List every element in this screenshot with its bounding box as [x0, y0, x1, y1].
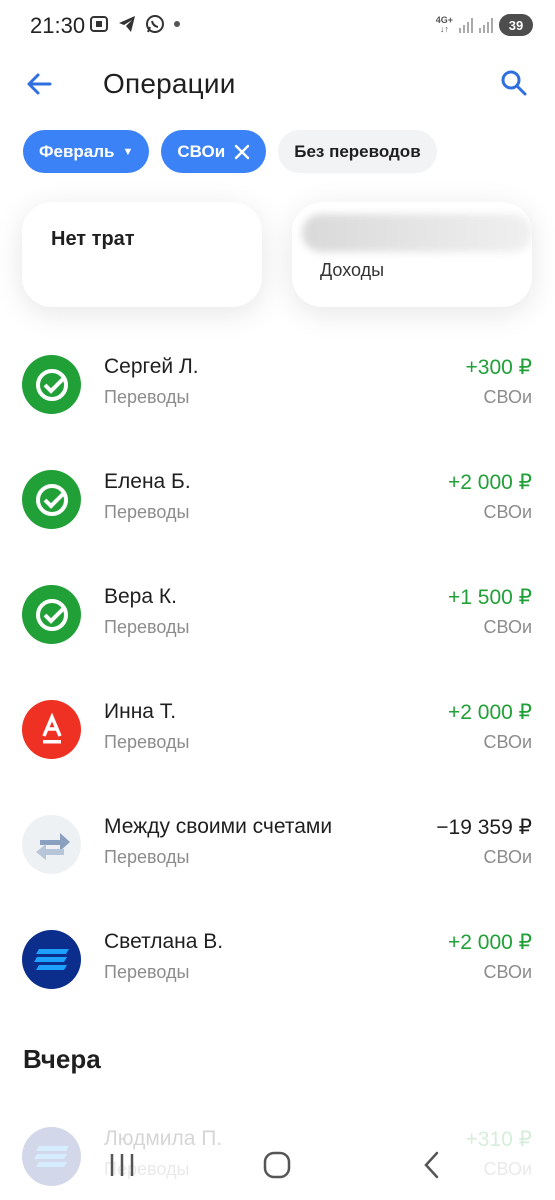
filter-month-chip[interactable]: Февраль ▼ [23, 130, 150, 173]
status-bar: 21:30 4G+ ↓↑ 39 [0, 0, 555, 52]
transaction-account: СВОи [483, 387, 532, 407]
income-amount-blurred [302, 214, 532, 252]
back-nav-icon[interactable] [412, 1148, 452, 1182]
system-indicators: 4G+ ↓↑ 39 [436, 14, 533, 36]
page-title: Операции [103, 68, 236, 99]
signal-icon [459, 17, 473, 33]
transaction-name: Инна Т. [104, 700, 177, 723]
screenshot-icon [90, 16, 108, 32]
expenses-card[interactable]: Нет трат [22, 202, 262, 307]
income-label: Доходы [320, 260, 385, 280]
transfer-arrows-icon [22, 815, 81, 874]
transaction-account: СВОи [483, 732, 532, 752]
battery-icon: 39 [499, 14, 533, 36]
sber-icon [22, 355, 81, 414]
transaction-row[interactable]: Инна Т. Переводы +2 000 ₽ СВОи [0, 688, 555, 768]
transaction-name: Сергей Л. [104, 355, 199, 378]
sber-icon [22, 585, 81, 644]
transaction-row[interactable]: Елена Б. Переводы +2 000 ₽ СВОи [0, 458, 555, 538]
transaction-amount: +2 000 ₽ [447, 701, 532, 724]
income-card[interactable]: Доходы [292, 202, 532, 307]
transaction-name: Светлана В. [104, 930, 224, 953]
transaction-amount: +300 ₽ [465, 356, 533, 379]
dot-icon [174, 21, 180, 27]
transaction-account: СВОи [483, 502, 532, 522]
home-icon[interactable] [257, 1148, 297, 1182]
transaction-row[interactable]: Вера К. Переводы +1 500 ₽ СВОи [0, 573, 555, 653]
telegram-icon [119, 16, 135, 32]
transaction-category: Переводы [104, 962, 190, 982]
transaction-row[interactable]: Сергей Л. Переводы +300 ₽ СВОи [0, 343, 555, 423]
alfa-icon [22, 700, 81, 759]
transaction-amount: −19 359 ₽ [436, 816, 532, 839]
whatsapp-icon [146, 15, 164, 33]
transaction-category: Переводы [104, 617, 190, 637]
system-nav-bar [0, 1130, 555, 1200]
network-type: 4G+ ↓↑ [435, 15, 453, 34]
filter-account-label: СВОи [177, 141, 226, 161]
back-arrow-icon[interactable] [24, 68, 56, 100]
recent-apps-icon[interactable] [102, 1148, 142, 1182]
transaction-name: Елена Б. [104, 470, 191, 493]
filter-chips: Февраль ▼ СВОи Без переводов [23, 130, 437, 173]
transaction-category: Переводы [104, 502, 190, 522]
transaction-account: СВОи [483, 962, 532, 982]
transaction-category: Переводы [104, 847, 190, 867]
expenses-label: Нет трат [51, 228, 135, 250]
filter-no-transfers-label: Без переводов [294, 141, 421, 161]
filter-no-transfers-chip[interactable]: Без переводов [278, 130, 437, 173]
transaction-amount: +1 500 ₽ [447, 586, 532, 609]
search-icon[interactable] [499, 68, 529, 98]
sber-icon [22, 470, 81, 529]
filter-account-chip[interactable]: СВОи [161, 130, 267, 173]
transaction-row[interactable]: Между своими счетами Переводы −19 359 ₽ … [0, 803, 555, 883]
transaction-category: Переводы [104, 387, 190, 407]
status-time: 21:30 [30, 13, 86, 38]
close-icon[interactable] [234, 144, 250, 160]
transaction-account: СВОи [483, 617, 532, 637]
dropdown-triangle-icon: ▼ [122, 145, 134, 158]
filter-month-label: Февраль [39, 141, 115, 161]
notification-icons [89, 14, 181, 34]
transaction-name: Вера К. [104, 585, 177, 608]
transaction-name: Между своими счетами [104, 815, 333, 838]
transaction-category: Переводы [104, 732, 190, 752]
transaction-amount: +2 000 ₽ [447, 931, 532, 954]
transaction-amount: +2 000 ₽ [447, 471, 532, 494]
vtb-icon [22, 930, 81, 989]
app-header: Операции [0, 56, 555, 112]
transaction-row[interactable]: Светлана В. Переводы +2 000 ₽ СВОи [0, 918, 555, 998]
signal-icon-2 [479, 17, 493, 33]
transaction-account: СВОи [483, 847, 532, 867]
section-header-yesterday: Вчера [23, 1044, 101, 1074]
